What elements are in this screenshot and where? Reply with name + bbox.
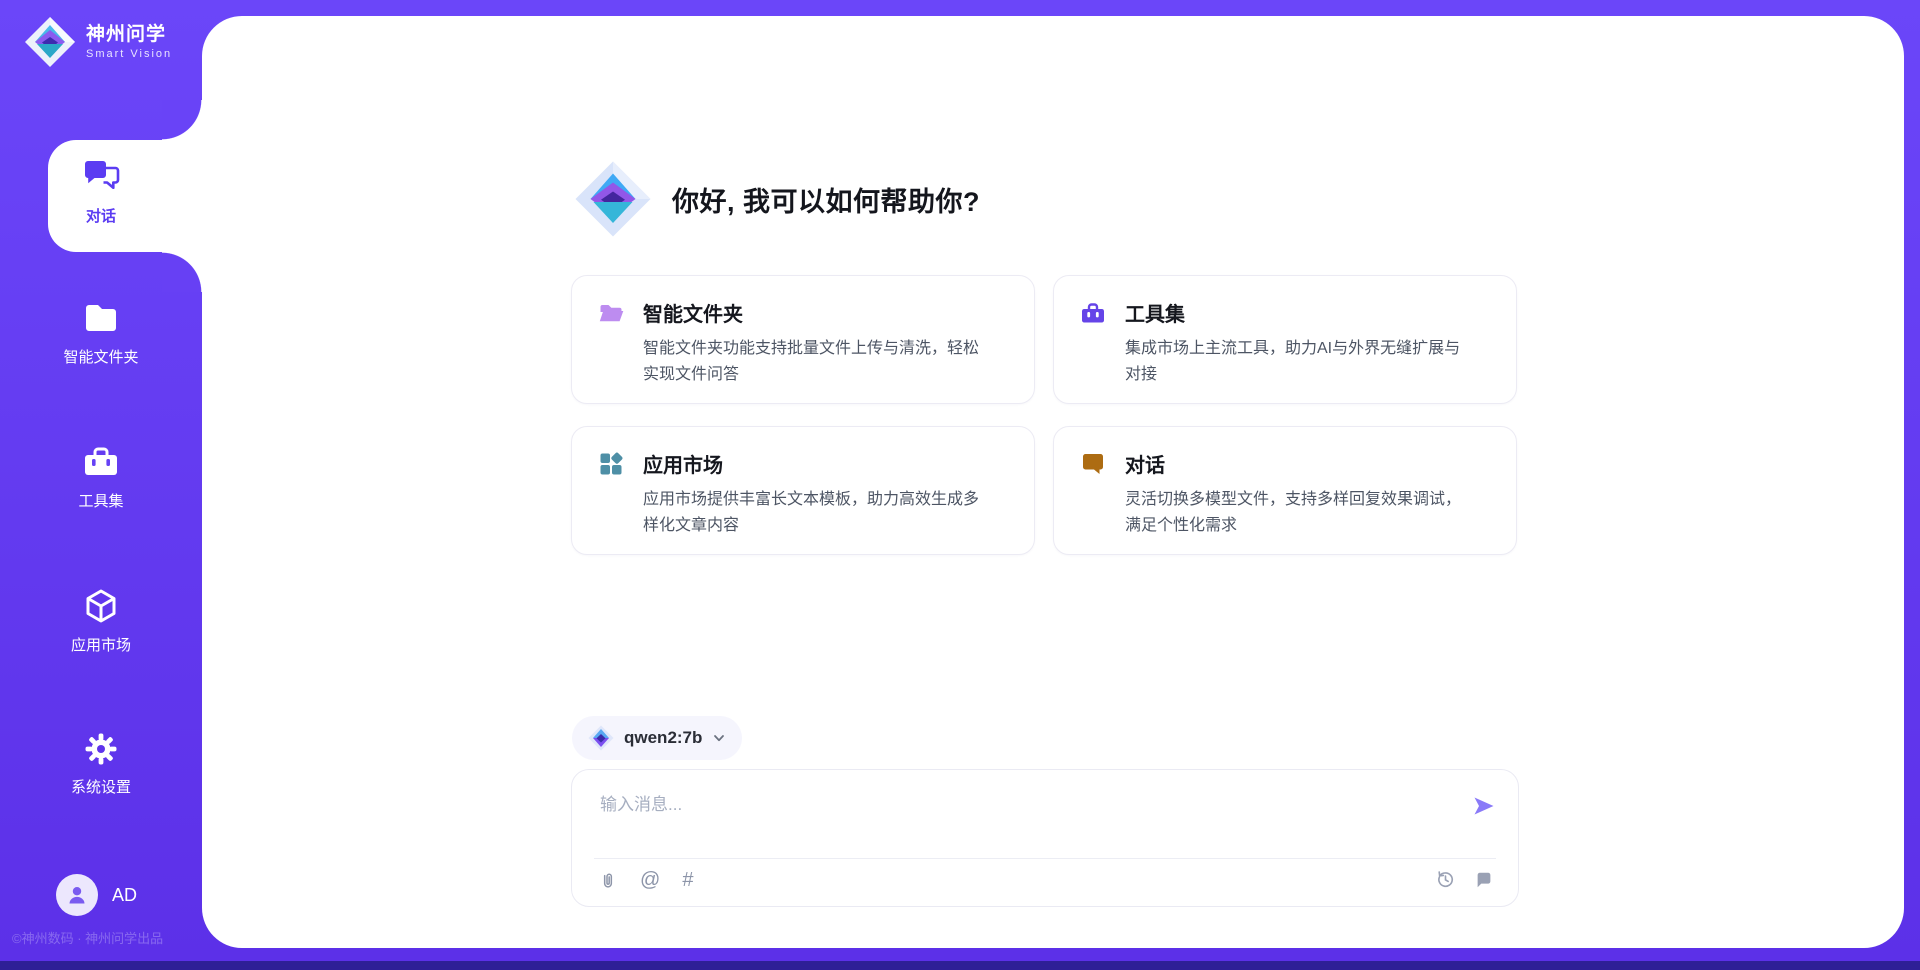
- history-button[interactable]: [1435, 869, 1456, 890]
- active-tab-curve-bottom: [162, 252, 202, 292]
- card-smart-folder[interactable]: 智能文件夹 智能文件夹功能支持批量文件上传与清洗，轻松实现文件问答: [571, 275, 1035, 404]
- brand-subtitle: Smart Vision: [86, 48, 172, 60]
- model-selector[interactable]: qwen2:7b: [572, 716, 742, 760]
- user-initials: AD: [112, 885, 137, 906]
- history-icon: [1435, 869, 1456, 890]
- card-title: 工具集: [1125, 298, 1185, 327]
- attach-button[interactable]: [598, 870, 618, 892]
- model-name: qwen2:7b: [624, 728, 702, 748]
- window-bottom-bar: [0, 961, 1920, 970]
- chat-bubble-icon: [1474, 870, 1494, 890]
- card-description: 集成市场上主流工具，助力AI与外界无缝扩展与对接: [1125, 336, 1470, 388]
- sidebar-item-smart-folder[interactable]: 智能文件夹: [0, 298, 202, 367]
- hash-icon: #: [682, 869, 693, 892]
- chat-icon: [1080, 451, 1106, 477]
- gear-icon: [82, 730, 120, 768]
- sidebar-item-settings[interactable]: 系统设置: [0, 730, 202, 797]
- paperclip-icon: [598, 870, 618, 892]
- copyright-text: ©神州数码 · 神州问学出品: [12, 928, 163, 947]
- model-logo-icon: [588, 725, 614, 751]
- chevron-down-icon: [712, 731, 726, 745]
- at-sign-icon: @: [640, 869, 660, 892]
- sidebar-item-label: 对话: [86, 205, 116, 226]
- card-title: 对话: [1125, 449, 1165, 478]
- cube-icon: [81, 586, 121, 626]
- sidebar-item-toolset[interactable]: 工具集: [0, 442, 202, 511]
- toolbox-icon: [1080, 300, 1106, 326]
- sidebar-item-chat[interactable]: 对话: [48, 140, 210, 252]
- composer-divider: [594, 858, 1496, 859]
- brand-name: 神州问学: [86, 24, 172, 47]
- app-market-icon: [598, 451, 624, 477]
- app-window: 你好, 我可以如何帮助你? 智能文件夹 智能文件夹功能支持批量文件上传与清洗，轻…: [0, 0, 1920, 970]
- send-icon: [1472, 794, 1496, 818]
- send-button[interactable]: [1472, 794, 1496, 821]
- brand: 神州问学 Smart Vision: [24, 16, 172, 68]
- person-icon: [65, 883, 89, 907]
- sidebar-item-label: 工具集: [78, 490, 123, 511]
- card-title: 应用市场: [643, 449, 723, 478]
- folder-icon: [598, 300, 624, 326]
- card-title: 智能文件夹: [643, 298, 743, 327]
- sidebar-item-app-market[interactable]: 应用市场: [0, 586, 202, 655]
- greeting-title: 你好, 我可以如何帮助你?: [672, 180, 980, 219]
- chat-icon: [81, 156, 121, 196]
- topic-button[interactable]: #: [682, 869, 693, 892]
- greeting-block: 你好, 我可以如何帮助你?: [574, 160, 980, 238]
- card-description: 灵活切换多模型文件，支持多样回复效果调试，满足个性化需求: [1125, 487, 1470, 539]
- message-input[interactable]: [600, 790, 1450, 848]
- conversation-button[interactable]: [1474, 870, 1494, 890]
- mention-button[interactable]: @: [640, 869, 660, 892]
- sidebar-item-label: 应用市场: [71, 634, 131, 655]
- active-tab-curve-top: [162, 100, 202, 140]
- card-app-market[interactable]: 应用市场 应用市场提供丰富长文本模板，助力高效生成多样化文章内容: [571, 426, 1035, 555]
- assistant-logo-icon: [574, 160, 652, 238]
- sidebar-item-label: 智能文件夹: [63, 346, 138, 367]
- main-panel: 你好, 我可以如何帮助你? 智能文件夹 智能文件夹功能支持批量文件上传与清洗，轻…: [202, 16, 1904, 948]
- card-description: 应用市场提供丰富长文本模板，助力高效生成多样化文章内容: [643, 487, 988, 539]
- sidebar: 神州问学 Smart Vision 对话 智能文件夹: [0, 0, 202, 970]
- card-chat[interactable]: 对话 灵活切换多模型文件，支持多样回复效果调试，满足个性化需求: [1053, 426, 1517, 555]
- user-profile[interactable]: AD: [56, 874, 137, 916]
- avatar: [56, 874, 98, 916]
- card-description: 智能文件夹功能支持批量文件上传与清洗，轻松实现文件问答: [643, 336, 988, 388]
- card-toolset[interactable]: 工具集 集成市场上主流工具，助力AI与外界无缝扩展与对接: [1053, 275, 1517, 404]
- folder-icon: [81, 298, 121, 338]
- feature-cards: 智能文件夹 智能文件夹功能支持批量文件上传与清洗，轻松实现文件问答 工具集 集成…: [571, 275, 1519, 555]
- brand-logo-icon: [24, 16, 76, 68]
- sidebar-item-label: 系统设置: [71, 776, 131, 797]
- composer: @ #: [571, 769, 1519, 907]
- toolbox-icon: [81, 442, 121, 482]
